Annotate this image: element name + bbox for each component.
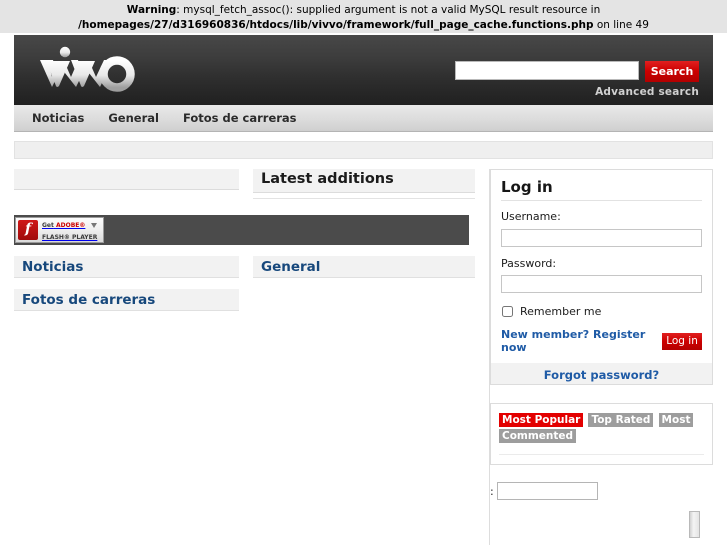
username-label: Username: — [501, 210, 561, 223]
site-header: Search Advanced search — [14, 35, 713, 105]
forgot-password-link[interactable]: Forgot password? — [544, 368, 659, 382]
category-noticias[interactable]: Noticias — [14, 256, 239, 278]
misc-input[interactable] — [496, 482, 598, 500]
nav-item-noticias[interactable]: Noticias — [20, 105, 96, 131]
content-columns: Latest additions Get ADOBE® FLASH® PLAYE… — [14, 169, 713, 545]
login-button[interactable]: Log in — [662, 332, 702, 350]
login-actions: New member? Register now Log in — [501, 328, 702, 354]
php-warning-line-1: Warning: mysql_fetch_assoc(): supplied a… — [0, 3, 727, 18]
password-label: Password: — [501, 256, 557, 270]
category-fotos-de-carreras[interactable]: Fotos de carreras — [14, 289, 239, 311]
tab-most-popular[interactable]: Most Popular — [499, 413, 584, 427]
tab-top-rated[interactable]: Top Rated — [588, 413, 654, 427]
remember-me-label[interactable]: Remember me — [520, 305, 601, 318]
download-arrow-icon — [91, 223, 97, 228]
remember-me-checkbox[interactable] — [502, 306, 513, 317]
flash-badge-line-1: Get ADOBE® — [42, 222, 86, 229]
category-general[interactable]: General — [253, 256, 475, 278]
advanced-search-link[interactable]: Advanced search — [595, 86, 699, 98]
forgot-password-bar: Forgot password? — [491, 363, 712, 384]
search-button[interactable]: Search — [645, 61, 699, 82]
login-box: Log in Username: Password: Remember me N… — [490, 169, 713, 385]
search-input[interactable] — [455, 61, 639, 80]
column-middle: Latest additions — [253, 169, 475, 199]
flash-badge-line-2: FLASH® PLAYER — [42, 234, 98, 241]
php-warning-label: Warning — [126, 4, 177, 16]
get-adobe-flash-player-badge[interactable]: Get ADOBE® FLASH® PLAYER — [15, 217, 104, 243]
column-left — [14, 169, 239, 199]
password-input[interactable] — [501, 275, 702, 293]
register-link[interactable]: New member? Register now — [501, 328, 662, 354]
main-navigation: Noticias General Fotos de carreras — [14, 105, 713, 132]
latest-additions-title: Latest additions — [253, 169, 475, 193]
sidebar: Log in Username: Password: Remember me N… — [489, 169, 713, 545]
search-form: Search — [455, 61, 699, 82]
username-input[interactable] — [501, 228, 702, 247]
flash-player-icon — [18, 220, 38, 240]
misc-chip-button[interactable] — [689, 511, 700, 538]
popularity-tabs-box: Most Popular Top Rated Most Commented — [490, 403, 713, 465]
php-warning-banner: Warning: mysql_fetch_assoc(): supplied a… — [0, 0, 727, 33]
php-warning-message: : mysql_fetch_assoc(): supplied argument… — [176, 4, 601, 16]
remember-me-row: Remember me — [501, 305, 702, 318]
tabs-rule — [499, 454, 704, 455]
category-row-1: Noticias General — [14, 256, 475, 278]
php-warning-path: /homepages/27/d316960836/htdocs/lib/vivv… — [78, 19, 594, 31]
page-root: Warning: mysql_fetch_assoc(): supplied a… — [0, 0, 727, 545]
latest-additions-rule — [253, 198, 475, 199]
left-panel-header — [14, 169, 239, 190]
vivvo-logo-icon — [40, 46, 135, 92]
flash-banner-strip: Get ADOBE® FLASH® PLAYER — [14, 215, 469, 245]
php-warning-lineno: on line 49 — [593, 19, 649, 31]
php-warning-line-2: /homepages/27/d316960836/htdocs/lib/vivv… — [0, 18, 727, 33]
misc-input-label: : — [490, 484, 494, 498]
breadcrumb-bar — [14, 141, 713, 159]
popularity-tabs: Most Popular Top Rated Most Commented — [499, 411, 704, 443]
login-title: Log in — [501, 178, 553, 196]
content-main: Latest additions Get ADOBE® FLASH® PLAYE… — [14, 169, 475, 311]
site-wrapper: Search Advanced search Noticias General … — [14, 35, 713, 545]
category-row-2: Fotos de carreras — [14, 289, 475, 311]
misc-input-row: : — [490, 482, 713, 500]
login-title-rule — [501, 200, 702, 201]
site-logo[interactable] — [34, 43, 154, 95]
nav-item-general[interactable]: General — [96, 105, 171, 131]
flash-badge-text: Get ADOBE® FLASH® PLAYER — [42, 218, 97, 242]
nav-item-fotos-de-carreras[interactable]: Fotos de carreras — [171, 105, 309, 131]
